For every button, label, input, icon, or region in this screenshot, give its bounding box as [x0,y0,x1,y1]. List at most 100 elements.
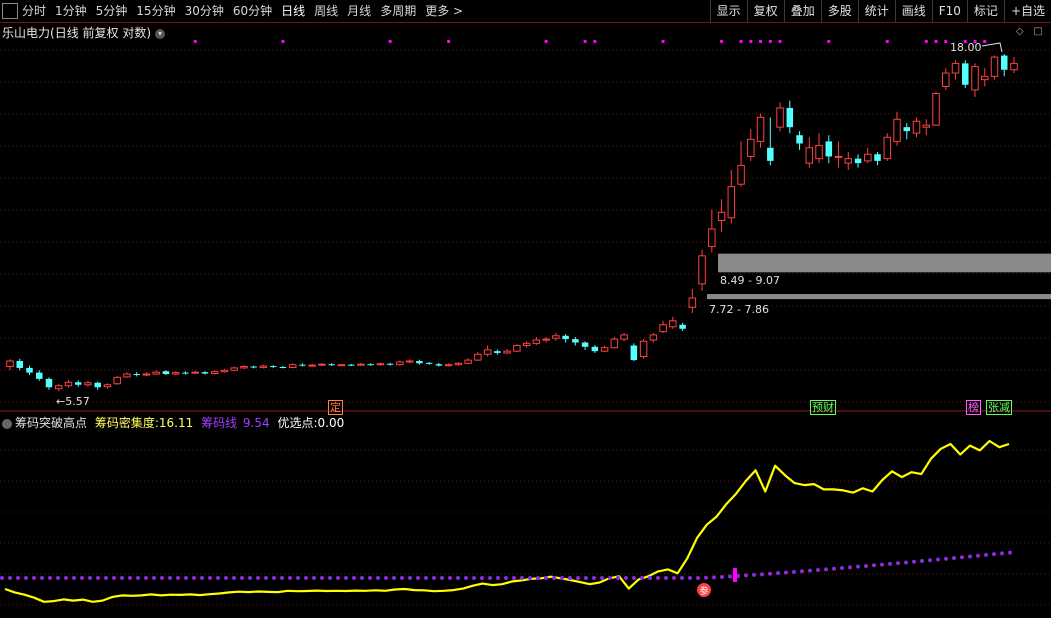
chip-line-dot [688,576,692,580]
chip-line-dot [512,576,516,580]
candle-body [182,372,189,374]
chip-line-dot [280,576,284,580]
statistics-button[interactable]: 统计 [857,0,895,22]
candle-body [64,381,73,387]
chip-line-dot [992,552,996,557]
candle-body [250,366,257,368]
chip-line-dot [872,563,876,568]
candle-body [259,365,268,368]
chip-line-dot [208,576,212,580]
chip-line-dot [976,553,980,558]
chip-line-dot [192,576,196,580]
period-tab-15min[interactable]: 15分钟 [136,0,175,22]
event-tag-zhangjian[interactable]: 张减 [986,400,1012,415]
f10-button[interactable]: F10 [931,0,967,22]
candle-body [201,372,209,374]
chip-line-dot [424,576,428,580]
period-tab-minute[interactable]: 分时 [22,0,46,22]
overlay-button[interactable]: 叠加 [783,0,821,22]
candle-body [347,364,355,366]
signal-dot [739,40,743,43]
chip-line-dot [488,576,492,580]
chip-line-dot [504,576,508,580]
period-toolbar: 分时 1分钟 5分钟 15分钟 30分钟 60分钟 日线 周线 月线 多周期 更… [0,0,1051,23]
candle [747,129,755,161]
display-button[interactable]: 显示 [709,0,747,22]
candle-body [386,363,394,365]
candle [503,348,511,355]
candle-body [825,141,833,157]
period-tab-60min[interactable]: 60分钟 [233,0,272,22]
dropdown-icon[interactable]: ▾ [155,28,166,39]
chip-line-dot [184,576,188,580]
add-watchlist-button[interactable]: +自选 [1003,0,1051,22]
candle-body [659,324,667,333]
candle-body [962,63,969,85]
chip-line-dot [728,574,732,579]
period-tab-weekly[interactable]: 周线 [314,0,338,22]
candle-body [883,136,892,160]
chip-line-dot [88,576,92,580]
candle [815,133,823,164]
chip-line-dot [16,576,20,580]
candle-body [522,342,531,347]
indicator-name[interactable]: 筹码突破高点 [15,416,87,430]
candle [279,366,287,369]
pick-label: 优选点: [277,416,318,430]
candle [669,316,677,329]
candle-body [162,371,170,375]
chip-line-dot [880,562,884,567]
period-tab-daily[interactable]: 日线 [281,0,305,22]
signal-dot [193,40,197,43]
menu-icon[interactable] [2,3,18,19]
adjust-button[interactable]: 复权 [746,0,784,22]
candle-body [591,346,599,352]
chip-line-dot [632,576,636,580]
event-tag-yucai[interactable]: 预财 [810,400,836,415]
mark-button[interactable]: 标记 [966,0,1004,22]
event-tag-ding[interactable]: 定 [328,400,343,415]
diamond-icon[interactable]: ◇ [1016,26,1024,37]
candle-body [230,367,238,371]
candle [483,345,492,357]
chip-line-dot [96,576,100,580]
candle [16,358,23,371]
candle-body [581,342,589,347]
signal-dot [447,40,451,43]
chip-line-dot [824,567,828,572]
candle [659,320,667,333]
candle [288,363,297,368]
signal-dot [934,40,938,43]
chip-line-dot [800,569,804,574]
candle [308,363,316,367]
period-tab-monthly[interactable]: 月线 [347,0,371,22]
candle [142,372,151,376]
event-tag-bang[interactable]: 榜 [966,400,981,415]
candle [962,60,969,89]
candle [971,63,979,98]
candle [825,135,833,164]
period-tab-multi[interactable]: 多周期 [380,0,416,22]
period-tab-1min[interactable]: 1分钟 [55,0,87,22]
chip-line-dot [936,557,940,562]
period-tab-more[interactable]: 更多 > [425,0,463,22]
period-tab-30min[interactable]: 30分钟 [185,0,224,22]
candle-body [464,359,472,364]
candle-body [113,376,121,385]
candle [357,362,365,366]
chip-line-dot [288,576,292,580]
window-icon[interactable]: □ [1034,26,1043,37]
period-tab-5min[interactable]: 5分钟 [96,0,128,22]
gear-icon[interactable] [2,418,12,429]
chart-params: (日线 前复权 对数) [50,26,152,40]
draw-line-button[interactable]: 画线 [894,0,932,22]
candle-body [971,66,979,91]
candle [532,337,541,346]
candle-body [572,339,579,343]
candle [620,332,628,342]
multi-stock-button[interactable]: 多股 [820,0,858,22]
zone-upper-label: 8.49 - 9.07 [720,274,780,287]
candle-body [6,360,14,368]
candle-body [54,385,63,390]
candle-body [416,361,423,364]
